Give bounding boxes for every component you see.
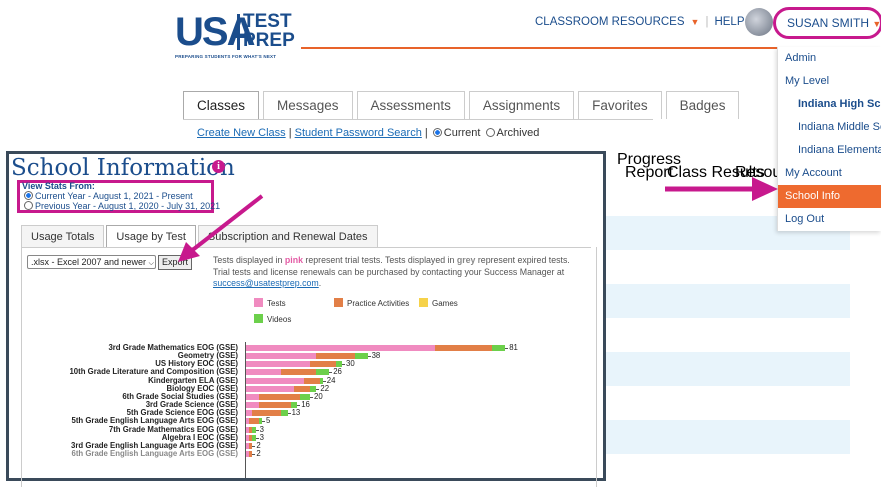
menu-item-my-account[interactable]: My Account bbox=[778, 162, 881, 185]
menu-item-log-out[interactable]: Log Out bbox=[778, 208, 881, 231]
chart-bar-segment bbox=[303, 377, 320, 384]
table-row bbox=[605, 386, 850, 420]
avatar[interactable] bbox=[745, 8, 773, 36]
class-links: Create New Class | Student Password Sear… bbox=[197, 127, 540, 139]
chart-data-label: 2 bbox=[256, 448, 261, 458]
tab-assignments[interactable]: Assignments bbox=[468, 91, 575, 119]
tab-badges[interactable]: Badges bbox=[665, 91, 740, 119]
chart-bar-segment bbox=[258, 393, 301, 400]
tab-classes[interactable]: Classes bbox=[183, 91, 260, 119]
chart-bar-segment bbox=[249, 418, 259, 425]
chart-tick bbox=[255, 429, 259, 431]
current-radio[interactable] bbox=[432, 128, 442, 137]
chart-tick bbox=[287, 413, 291, 415]
menu-item-admin[interactable]: Admin bbox=[778, 47, 881, 70]
chart-data-label: 38 bbox=[371, 351, 381, 361]
chart-bar-segment bbox=[316, 353, 355, 360]
logo-usa-text: USA bbox=[175, 10, 255, 54]
chart-data-label: 13 bbox=[291, 408, 301, 418]
logo-divider bbox=[237, 14, 240, 50]
chart-tick bbox=[316, 388, 320, 390]
table-row bbox=[605, 318, 850, 352]
chart-tick bbox=[255, 437, 259, 439]
tab-favorites[interactable]: Favorites bbox=[578, 91, 662, 119]
chart-bar-segment bbox=[246, 369, 282, 376]
chart-bar-segment bbox=[246, 353, 317, 360]
chart-bar-segment bbox=[316, 369, 330, 376]
chart-data-label: 16 bbox=[301, 400, 310, 410]
logo-test-prep-text: TEST PREP bbox=[243, 11, 295, 51]
chart-bar-segment bbox=[258, 402, 291, 409]
create-class-link[interactable]: Create New Class bbox=[197, 127, 286, 139]
chart-bar-segment bbox=[492, 345, 506, 351]
table-row bbox=[605, 352, 850, 386]
chart-bar-segment bbox=[354, 353, 368, 360]
annotation-arrow bbox=[665, 177, 778, 201]
top-nav: CLASSROOM RESOURCES ▼ | HELP ▼ bbox=[535, 16, 759, 28]
chart-bar-segment bbox=[281, 369, 317, 376]
school-info-panel: School Information i View Stats From: Cu… bbox=[6, 151, 606, 487]
chart-bar-segment bbox=[294, 385, 310, 392]
usage-bar-chart: 3rd Grade Mathematics EOG (GSE) 81 Geometr… bbox=[9, 154, 603, 478]
chart-bar-segment bbox=[246, 345, 435, 351]
chart-tick bbox=[505, 348, 509, 349]
annotation-arrow bbox=[178, 194, 264, 262]
chart-bar-segment bbox=[246, 361, 310, 368]
table-row bbox=[605, 284, 850, 318]
tab-messages[interactable]: Messages bbox=[263, 91, 353, 119]
nav-classroom-resources[interactable]: CLASSROOM RESOURCES bbox=[535, 16, 685, 28]
chart-tick bbox=[297, 405, 301, 407]
table-row bbox=[605, 420, 850, 454]
logo-tagline: PREPARING STUDENTS FOR WHAT'S NEXT bbox=[175, 54, 277, 59]
chart-data-label: 81 bbox=[509, 343, 518, 352]
chart-tick bbox=[310, 396, 313, 398]
chart-bar-segment bbox=[252, 410, 282, 417]
chart-bar-segment bbox=[246, 402, 259, 409]
chart-data-label: 5 bbox=[266, 416, 271, 426]
menu-item-my-level[interactable]: My Level bbox=[778, 70, 881, 93]
nav-separator: | bbox=[705, 16, 709, 28]
menu-item-indiana-high-school[interactable]: Indiana High School bbox=[778, 93, 881, 116]
menu-item-indiana-middle-school[interactable]: Indiana Middle School bbox=[778, 116, 881, 139]
chart-category-label: 6th Grade English Language Arts EOG (GSE… bbox=[71, 448, 238, 458]
chart-tick bbox=[252, 453, 256, 455]
chart-data-label: 20 bbox=[314, 391, 323, 401]
chart-tick bbox=[329, 372, 333, 374]
main-tabs: Classes Messages Assessments Assignments… bbox=[183, 91, 743, 119]
chart-tick bbox=[367, 356, 371, 358]
chart-bar-segment bbox=[246, 385, 294, 392]
caret-down-icon[interactable]: ▼ bbox=[691, 17, 700, 27]
menu-item-school-info[interactable]: School Info bbox=[778, 185, 881, 208]
chart-tick bbox=[262, 421, 265, 423]
chart-tick bbox=[342, 364, 345, 366]
chart-tick bbox=[252, 445, 256, 447]
chart-bar-segment bbox=[300, 393, 310, 400]
nav-help[interactable]: HELP bbox=[714, 16, 744, 28]
tab-assessments[interactable]: Assessments bbox=[356, 91, 465, 119]
chart-bar-segment bbox=[246, 393, 259, 400]
chart-tick bbox=[322, 380, 326, 382]
tabs-divider bbox=[183, 119, 653, 120]
user-dropdown-menu: Admin My Level Indiana High School India… bbox=[777, 47, 881, 231]
chart-bar-segment bbox=[434, 345, 493, 351]
usatestprep-logo[interactable]: USA TEST PREP PREPARING STUDENTS FOR WHAT… bbox=[175, 10, 295, 62]
archived-label: Archived bbox=[496, 127, 540, 139]
chart-data-label: 30 bbox=[346, 359, 355, 369]
chart-bar-segment bbox=[310, 361, 336, 368]
chart-bar-segment bbox=[246, 377, 304, 384]
menu-item-indiana-elementary[interactable]: Indiana Elementary bbox=[778, 139, 881, 162]
user-menu[interactable]: SUSAN SMITH ▼ bbox=[787, 16, 881, 30]
table-row bbox=[605, 250, 850, 284]
student-password-search-link[interactable]: Student Password Search bbox=[295, 127, 422, 139]
caret-down-icon: ▼ bbox=[872, 19, 881, 29]
current-label: Current bbox=[443, 127, 481, 139]
archived-radio[interactable] bbox=[485, 128, 495, 137]
